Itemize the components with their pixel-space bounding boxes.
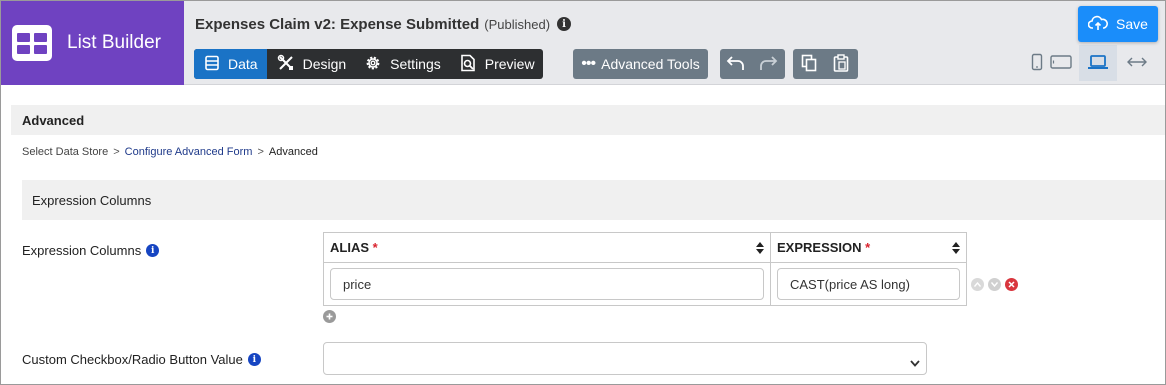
breadcrumb-current: Advanced [268, 146, 318, 158]
redo-icon [758, 55, 778, 74]
custom-value-label: Custom Checkbox/Radio Button Value [22, 352, 243, 367]
advanced-tools-button[interactable]: ••• Advanced Tools [573, 49, 708, 79]
section-title: Advanced [11, 105, 1166, 135]
copy-icon [801, 54, 817, 75]
required-marker: * [865, 240, 871, 255]
form-title: Expenses Claim v2: Expense Submitted [195, 15, 480, 33]
table-row: price CAST(price AS long) [323, 262, 967, 306]
row-actions [971, 278, 1022, 291]
move-up-icon[interactable] [971, 278, 984, 291]
arrows-horizontal-icon [1126, 56, 1148, 71]
paste-icon [833, 53, 849, 75]
app-name: List Builder [67, 31, 161, 53]
mode-tabs: Data Design Settings Preview [194, 49, 543, 79]
device-fullwidth-button[interactable] [1121, 45, 1153, 81]
undo-icon [726, 55, 746, 74]
sort-icon[interactable] [756, 242, 764, 257]
cloud-upload-icon [1087, 15, 1116, 34]
expression-columns-field-label: Expression Columns i [22, 243, 160, 258]
expression-columns-panel-title: Expression Columns [22, 180, 1166, 220]
tab-design-label: Design [302, 56, 347, 72]
required-marker: * [372, 240, 378, 255]
device-laptop-button[interactable] [1079, 45, 1117, 81]
header-bar: List Builder Expenses Claim v2: Expense … [0, 0, 1166, 85]
tab-preview[interactable]: Preview [449, 49, 543, 79]
move-down-icon[interactable] [988, 278, 1001, 291]
add-row-icon[interactable] [323, 310, 336, 323]
save-button[interactable]: Save [1078, 6, 1158, 42]
expression-columns-table: ALIAS * EXPRESSION * price CAST(price AS… [323, 232, 967, 306]
sort-icon[interactable] [952, 242, 960, 257]
tab-design[interactable]: Design [267, 49, 355, 79]
tab-settings-label: Settings [390, 56, 441, 72]
brand-block: List Builder [0, 0, 184, 85]
gear-icon [364, 54, 390, 75]
tablet-icon [1050, 54, 1072, 72]
redo-button[interactable] [752, 49, 784, 79]
tab-settings[interactable]: Settings [354, 49, 449, 79]
info-icon[interactable]: i [247, 353, 261, 366]
breadcrumb-select-data-store[interactable]: Select Data Store [22, 146, 108, 158]
list-builder-logo-icon [12, 23, 52, 63]
tools-icon [277, 54, 303, 75]
custom-value-select[interactable] [323, 342, 927, 375]
clipboard-group [793, 49, 858, 79]
chevron-down-icon [910, 355, 920, 370]
expression-header-label: EXPRESSION [777, 240, 862, 255]
column-header-expression[interactable]: EXPRESSION * [770, 232, 967, 263]
alias-input[interactable]: price [330, 268, 764, 300]
alias-header-label: ALIAS [330, 240, 369, 255]
expression-input[interactable]: CAST(price AS long) [777, 268, 960, 300]
expression-columns-label: Expression Columns [22, 243, 142, 258]
laptop-icon [1087, 54, 1109, 73]
form-title-row: Expenses Claim v2: Expense Submitted (Pu… [195, 14, 572, 34]
save-label: Save [1116, 16, 1148, 32]
breadcrumb-separator: > [113, 146, 120, 158]
breadcrumb-configure-advanced-form[interactable]: Configure Advanced Form [125, 146, 253, 158]
tab-preview-label: Preview [484, 56, 535, 72]
preview-icon [459, 54, 485, 75]
ellipsis-icon: ••• [581, 55, 596, 72]
device-phone-button[interactable] [1027, 45, 1047, 81]
table-icon [204, 55, 228, 74]
device-tablet-button[interactable] [1047, 45, 1075, 81]
expression-cell: CAST(price AS long) [770, 262, 967, 306]
copy-button[interactable] [793, 49, 825, 79]
breadcrumb-separator: > [257, 146, 264, 158]
custom-value-field-label: Custom Checkbox/Radio Button Value i [22, 352, 261, 367]
publish-status: (Published) [484, 16, 551, 32]
info-icon[interactable]: i [557, 17, 572, 31]
tab-data[interactable]: Data [194, 49, 267, 79]
undo-redo-group [720, 49, 785, 79]
phone-icon [1031, 53, 1043, 74]
alias-cell: price [323, 262, 771, 306]
remove-row-icon[interactable] [1005, 278, 1018, 291]
info-icon[interactable]: i [146, 244, 160, 257]
advanced-tools-label: Advanced Tools [601, 56, 700, 72]
column-header-alias[interactable]: ALIAS * [323, 232, 771, 263]
undo-button[interactable] [720, 49, 752, 79]
tab-data-label: Data [228, 56, 258, 72]
breadcrumb: Select Data Store > Configure Advanced F… [22, 146, 318, 158]
paste-button[interactable] [825, 49, 857, 79]
